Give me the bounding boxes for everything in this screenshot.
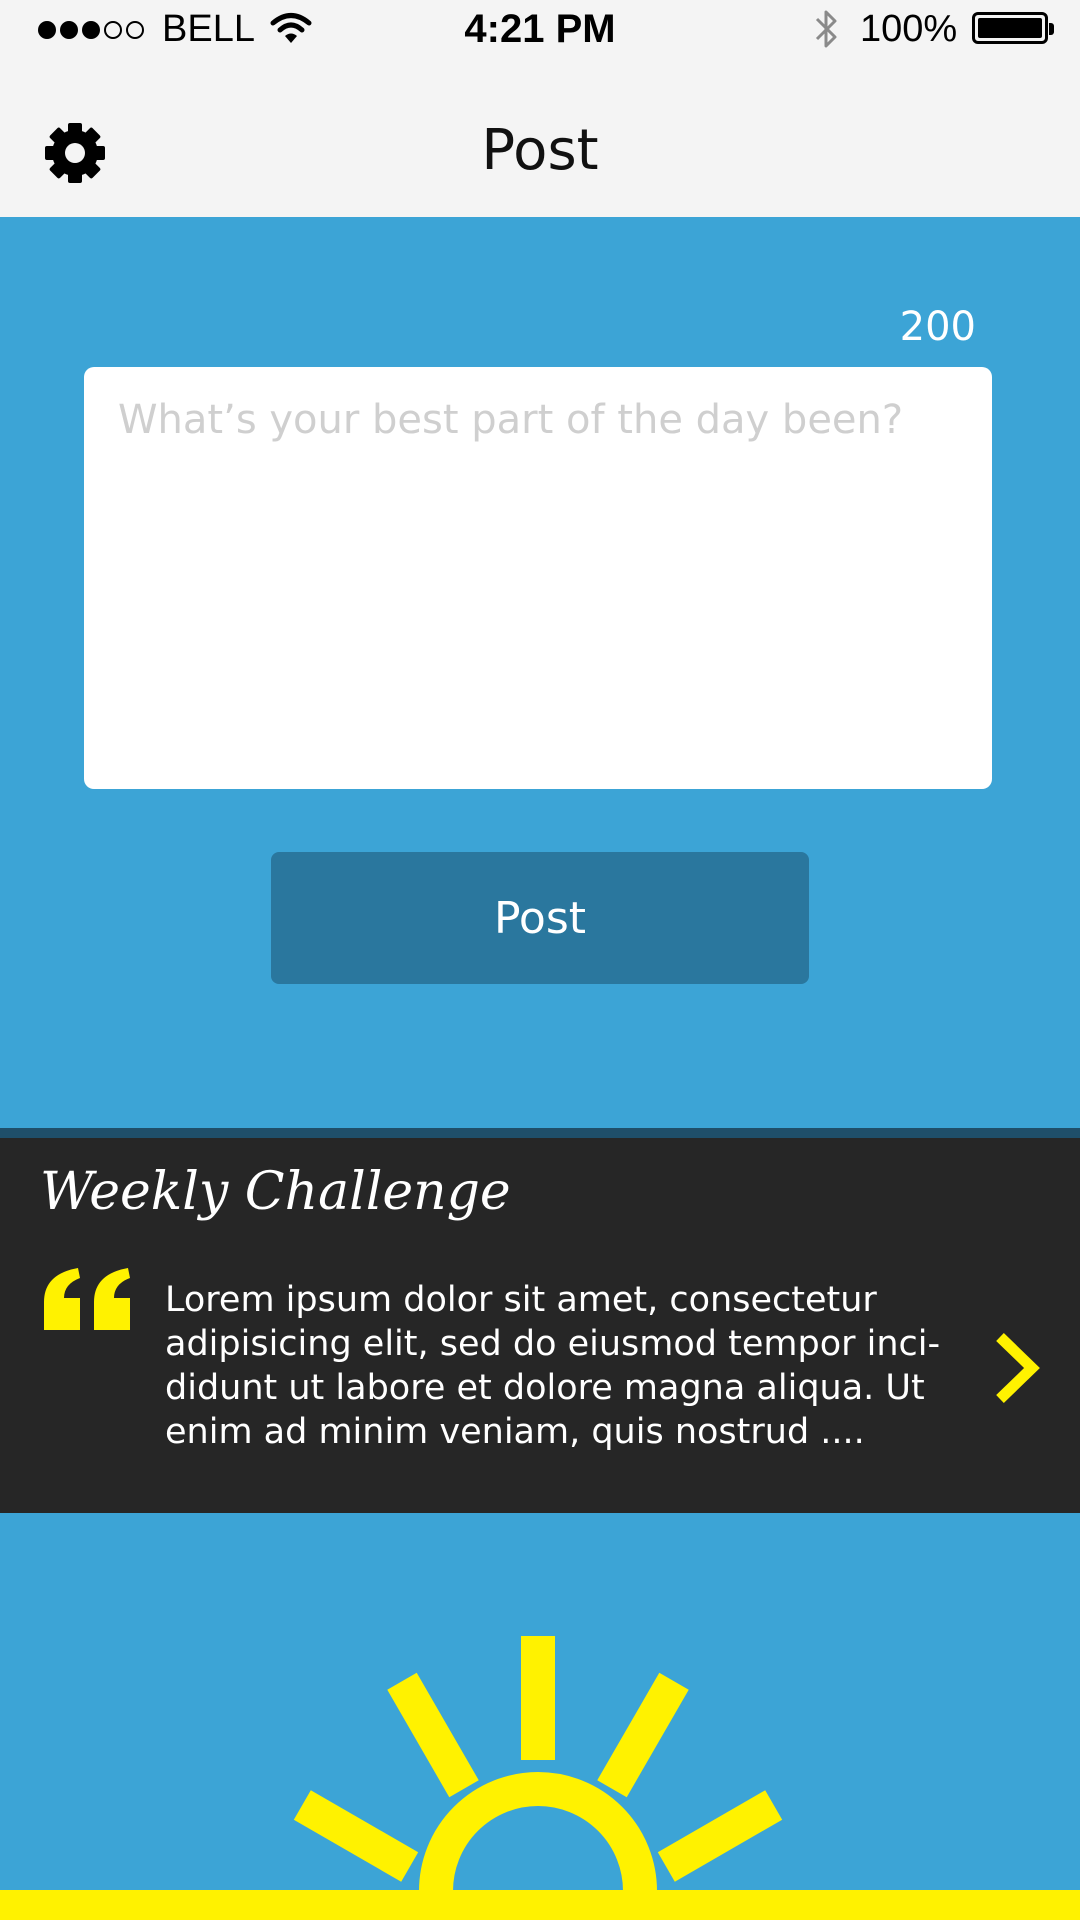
- post-button[interactable]: Post: [271, 852, 809, 984]
- page-title: Post: [481, 118, 599, 183]
- chevron-right-icon[interactable]: [994, 1333, 1040, 1403]
- battery-fill: [978, 18, 1042, 38]
- horizon-line: [0, 1890, 1080, 1920]
- battery-percent: 100%: [860, 8, 958, 50]
- post-composer: [84, 367, 992, 789]
- sun-body: [419, 1772, 657, 1892]
- bluetooth-icon: [815, 10, 837, 48]
- battery-icon: [972, 12, 1054, 44]
- weekly-challenge-card[interactable]: Weekly Challenge Lorem ipsum dolor sit a…: [0, 1128, 1080, 1513]
- nav-bar: Post: [0, 60, 1080, 217]
- status-bar: BELL 4:21 PM 100%: [0, 0, 1080, 60]
- quote-icon: [44, 1268, 130, 1330]
- challenge-text: Lorem ipsum dolor sit amet, consectetur …: [165, 1280, 941, 1452]
- challenge-title: Weekly Challenge: [40, 1162, 511, 1222]
- sun-illustration: [0, 1636, 1080, 1920]
- character-counter: 200: [899, 304, 976, 350]
- post-text-input[interactable]: [118, 395, 958, 761]
- sun-rays: [293, 1636, 783, 1882]
